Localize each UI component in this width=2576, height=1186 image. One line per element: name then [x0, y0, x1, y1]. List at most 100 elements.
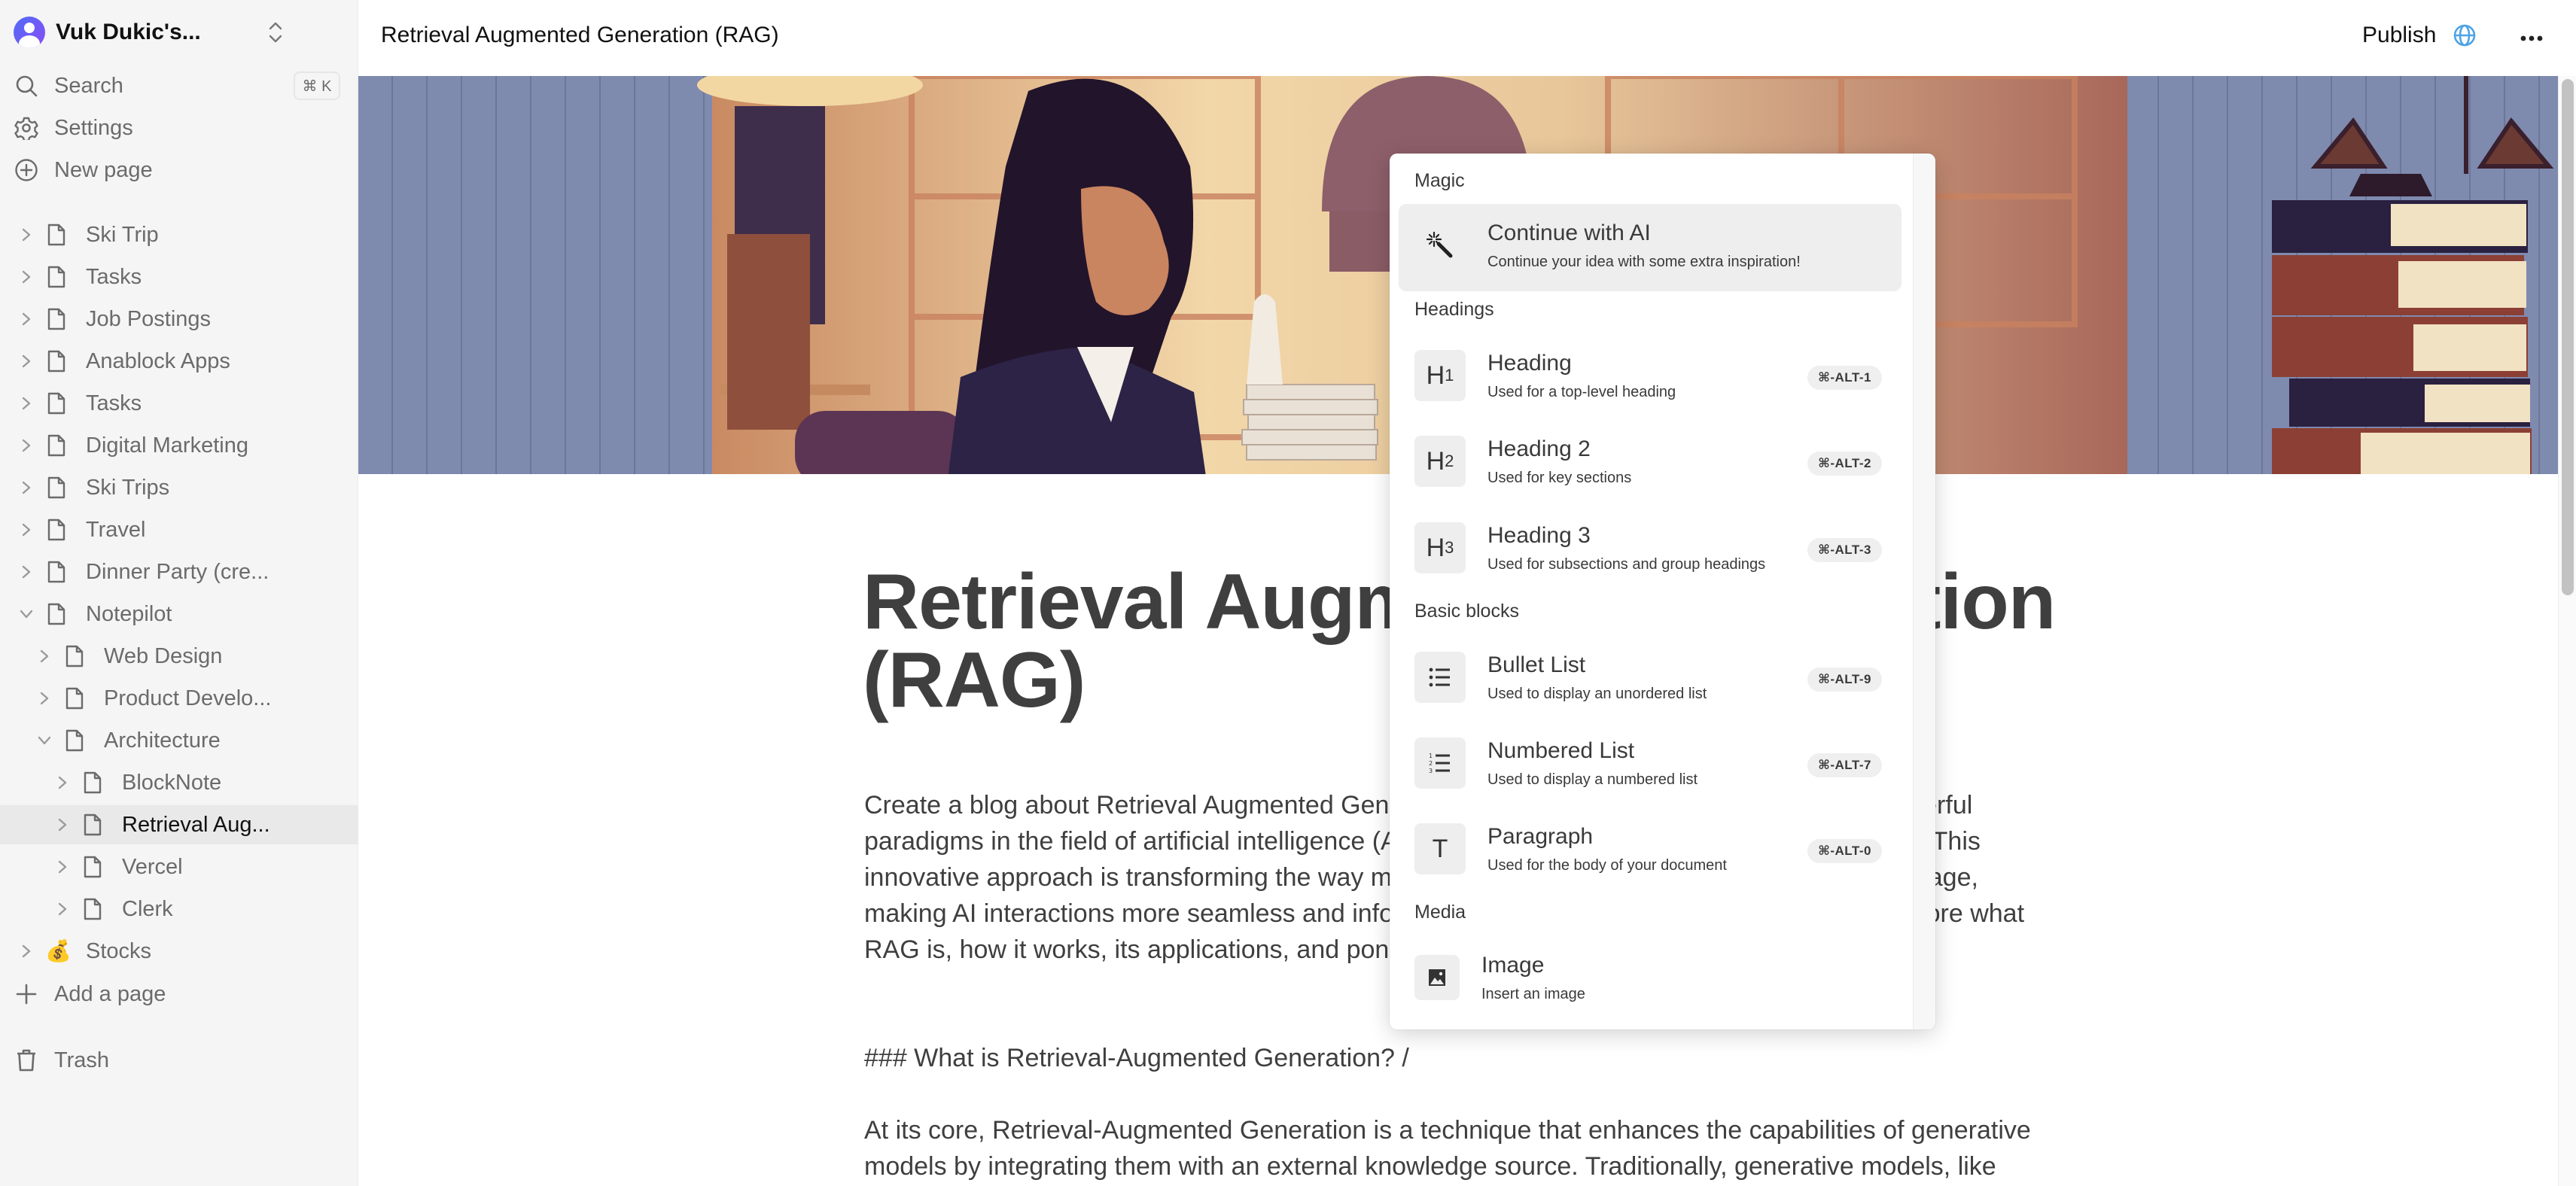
sidebar-page-label: Digital Marketing	[86, 433, 248, 458]
sidebar-page-item[interactable]: Dinner Party (cre...	[0, 552, 358, 591]
menu-item-title: Numbered List	[1487, 738, 1635, 763]
chevron-right-icon[interactable]	[18, 269, 35, 285]
chevron-down-icon[interactable]	[18, 606, 35, 622]
money-bag-emoji: 💰	[45, 939, 72, 962]
chevron-right-icon[interactable]	[36, 690, 53, 707]
chevron-right-icon[interactable]	[36, 648, 53, 664]
page-breadcrumb-title[interactable]: Retrieval Augmented Generation (RAG)	[381, 23, 779, 48]
gear-icon	[14, 115, 39, 141]
sidebar-page-item[interactable]: Ski Trip	[0, 215, 358, 254]
page-scrollbar[interactable]	[2558, 76, 2576, 1186]
sidebar-page-label: Architecture	[104, 728, 221, 753]
sidebar-page-item[interactable]: Product Develo...	[0, 679, 358, 718]
menu-item-heading-3[interactable]: H3 Heading 3 Used for subsections and gr…	[1399, 506, 1902, 594]
sidebar-trash[interactable]: Trash	[14, 1042, 109, 1079]
sidebar-page-item[interactable]: Anablock Apps	[0, 342, 358, 381]
slash-command-menu: Magic Continue with AI Continue your ide…	[1390, 154, 1935, 1029]
menu-item-shortcut: ⌘-ALT-2	[1807, 452, 1882, 476]
chevron-right-icon[interactable]	[18, 943, 35, 959]
chevron-down-icon[interactable]	[36, 732, 53, 749]
sidebar-page-item[interactable]: Clerk	[0, 890, 358, 929]
sidebar-page-item[interactable]: Travel	[0, 510, 358, 549]
workspace-switcher[interactable]: Vuk Dukic's...	[14, 14, 345, 51]
sidebar-page-label: Travel	[86, 517, 146, 542]
svg-text:2: 2	[1429, 760, 1433, 767]
chevron-right-icon[interactable]	[54, 774, 71, 791]
sidebar-page-label: Stocks	[86, 938, 152, 963]
sidebar-page-item[interactable]: Job Postings	[0, 300, 358, 339]
heading-glyph: H	[1426, 533, 1445, 562]
menu-item-heading-1[interactable]: H1 Heading Used for a top-level heading …	[1399, 334, 1902, 421]
sidebar-page-label: Job Postings	[86, 306, 212, 331]
search-label: Search	[54, 73, 123, 98]
publish-button[interactable]: Publish	[2362, 23, 2477, 48]
sidebar-page-item[interactable]: Ski Trips	[0, 468, 358, 507]
sidebar-settings[interactable]: Settings	[14, 109, 133, 147]
magic-wand-icon	[1414, 220, 1466, 271]
page-icon	[45, 559, 68, 585]
page-icon	[81, 770, 104, 795]
more-horizontal-icon	[2520, 35, 2543, 41]
trash-label: Trash	[54, 1048, 110, 1072]
page-scrollbar-thumb[interactable]	[2562, 79, 2574, 595]
sidebar-page-label: Product Develo...	[104, 686, 272, 710]
sidebar-page-item[interactable]: BlockNote	[0, 763, 358, 802]
heading-level: 1	[1445, 366, 1454, 385]
sidebar-page-item[interactable]: Digital Marketing	[0, 426, 358, 465]
bullet-list-icon	[1414, 652, 1466, 703]
page-icon	[45, 222, 68, 248]
page-icon	[81, 854, 104, 880]
sidebar-page-label: Ski Trip	[86, 222, 159, 247]
sidebar-page-item[interactable]: 💰 Stocks	[0, 932, 358, 971]
chevron-right-icon[interactable]	[54, 817, 71, 833]
sidebar-new-page[interactable]: New page	[14, 151, 153, 189]
chevron-right-icon[interactable]	[18, 353, 35, 369]
sidebar-page-item[interactable]: Tasks	[0, 384, 358, 423]
paragraph-block-slash-command[interactable]: ### What is Retrieval-Augmented Generati…	[864, 1040, 2039, 1076]
menu-item-heading-2[interactable]: H2 Heading 2 Used for key sections ⌘-ALT…	[1399, 420, 1902, 507]
search-shortcut-badge: ⌘ K	[294, 71, 340, 100]
menu-item-subtitle: Used for a top-level heading	[1487, 384, 1676, 400]
page-icon	[81, 896, 104, 922]
sidebar-search[interactable]: Search	[14, 67, 123, 105]
heading-glyph: H	[1426, 360, 1445, 390]
sidebar-add-page[interactable]: Add a page	[14, 975, 166, 1013]
menu-item-subtitle: Used to display an unordered list	[1487, 686, 1707, 702]
sidebar-page-label: Web Design	[104, 643, 223, 668]
menu-item-numbered-list[interactable]: 123 Numbered List Used to display a numb…	[1399, 722, 1902, 809]
menu-item-bullet-list[interactable]: Bullet List Used to display an unordered…	[1399, 636, 1902, 723]
more-options-button[interactable]	[2520, 27, 2543, 50]
menu-item-paragraph[interactable]: T Paragraph Used for the body of your do…	[1399, 807, 1902, 895]
menu-item-subtitle: Used for key sections	[1487, 470, 1632, 486]
chevron-right-icon[interactable]	[18, 437, 35, 454]
menu-item-continue-with-ai[interactable]: Continue with AI Continue your idea with…	[1399, 204, 1902, 291]
menu-item-shortcut: ⌘-ALT-9	[1807, 668, 1882, 692]
chevron-right-icon[interactable]	[18, 479, 35, 496]
menu-item-image[interactable]: Image Insert an image	[1399, 936, 1902, 1023]
heading-level: 3	[1445, 538, 1454, 557]
chevron-right-icon[interactable]	[18, 564, 35, 580]
chevron-right-icon[interactable]	[18, 311, 35, 327]
sidebar-page-item[interactable]: Architecture	[0, 721, 358, 760]
menu-item-title: Heading	[1487, 351, 1572, 376]
chevron-right-icon[interactable]	[18, 522, 35, 538]
top-bar: Retrieval Augmented Generation (RAG) Pub…	[358, 0, 2576, 76]
menu-group-basic-blocks: Basic blocks	[1414, 601, 1519, 622]
menu-item-title: Paragraph	[1487, 824, 1594, 849]
chevron-right-icon[interactable]	[54, 859, 71, 875]
page-icon	[63, 643, 86, 669]
chevron-right-icon[interactable]	[18, 395, 35, 412]
text-glyph: T	[1432, 834, 1448, 863]
chevron-right-icon[interactable]	[18, 227, 35, 243]
sidebar-page-item[interactable]: Notepilot	[0, 595, 358, 634]
sidebar-page-item[interactable]: Web Design	[0, 637, 358, 676]
sidebar-page-item[interactable]: Tasks	[0, 257, 358, 296]
paragraph-block[interactable]: At its core, Retrieval-Augmented Generat…	[864, 1112, 2039, 1184]
page-icon	[45, 475, 68, 500]
settings-label: Settings	[54, 115, 133, 140]
sidebar-page-item[interactable]: Vercel	[0, 847, 358, 886]
search-icon	[14, 73, 39, 99]
sidebar-page-item[interactable]: Retrieval Aug...	[0, 805, 358, 844]
menu-scrollbar[interactable]	[1913, 154, 1935, 1029]
chevron-right-icon[interactable]	[54, 901, 71, 917]
